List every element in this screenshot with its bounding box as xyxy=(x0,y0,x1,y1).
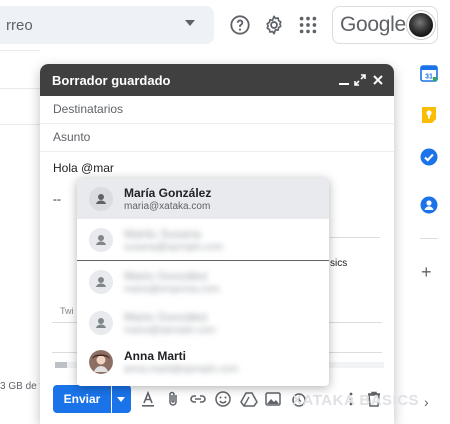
person-icon xyxy=(89,187,113,211)
suggestion-name: Mario González xyxy=(124,310,209,324)
photo-icon[interactable] xyxy=(264,390,282,408)
top-bar: rreo Google xyxy=(0,0,450,50)
drive-icon[interactable] xyxy=(240,390,258,408)
divider xyxy=(0,124,40,125)
search-bar[interactable]: rreo xyxy=(0,6,214,44)
suggestion-name: Marilu Susana xyxy=(124,227,201,241)
account-avatar[interactable] xyxy=(407,11,435,39)
compose-header[interactable]: Borrador guardado xyxy=(40,64,394,96)
emoji-icon[interactable] xyxy=(214,390,232,408)
watermark: XATAKA BASICS xyxy=(292,392,420,409)
keep-icon[interactable] xyxy=(420,106,438,124)
suggestion-email: mario@empresa.com xyxy=(124,284,220,295)
compose-title: Borrador guardado xyxy=(52,73,171,88)
text-format-icon[interactable] xyxy=(139,390,157,408)
signature-separator: -- xyxy=(53,192,61,206)
suggestion-name: Anna Marti xyxy=(124,349,187,363)
avatar xyxy=(89,350,113,374)
person-icon xyxy=(89,270,113,294)
suggestion-item[interactable]: Mario González mario@empresa.com xyxy=(77,261,329,302)
divider xyxy=(330,237,380,238)
divider xyxy=(420,238,438,239)
calendar-icon[interactable]: 31 xyxy=(420,64,438,82)
suggestion-item[interactable]: María González maria@xataka.com xyxy=(77,178,329,219)
suggestion-item[interactable]: Marilu Susana susana@ejemplo.com xyxy=(77,219,329,260)
send-button[interactable]: Enviar xyxy=(53,385,111,413)
suggestion-email: susana@ejemplo.com xyxy=(124,242,224,253)
google-logo: Google xyxy=(340,13,406,36)
tasks-icon[interactable] xyxy=(420,148,438,166)
suggestion-item[interactable]: Anna Marti anna.marti@ejemplo.com xyxy=(77,341,329,382)
expand-icon[interactable] xyxy=(352,72,368,88)
subject-label: Asunto xyxy=(53,130,91,144)
suggestion-email: mario@ejemplo.com xyxy=(124,325,216,336)
divider xyxy=(0,50,40,51)
suggestion-name: Mario González xyxy=(124,269,209,283)
suggestion-email: anna.marti@ejemplo.com xyxy=(124,364,239,375)
message-body-text[interactable]: Hola @mar xyxy=(53,161,114,175)
minimize-icon[interactable] xyxy=(336,72,352,88)
divider xyxy=(0,88,40,89)
send-options-button[interactable] xyxy=(112,385,131,413)
contacts-icon[interactable] xyxy=(420,196,438,214)
suggestion-item[interactable]: Mario González mario@ejemplo.com xyxy=(77,302,329,343)
account-switcher[interactable]: Google xyxy=(332,6,438,44)
recipients-label: Destinatarios xyxy=(53,102,124,116)
storage-usage: 3 GB de t xyxy=(0,381,43,392)
help-icon[interactable] xyxy=(229,14,251,36)
close-icon[interactable] xyxy=(370,72,386,88)
add-addon-icon[interactable]: + xyxy=(421,262,432,283)
gear-icon[interactable] xyxy=(263,14,285,36)
suggestion-name: María González xyxy=(124,186,212,200)
side-panel: 31 + › xyxy=(408,60,450,424)
search-input[interactable]: rreo xyxy=(6,17,33,34)
chevron-right-icon[interactable]: › xyxy=(424,394,429,410)
recipients-field[interactable]: Destinatarios xyxy=(40,96,394,124)
contact-suggestions: María González maria@xataka.com Marilu S… xyxy=(77,178,329,386)
subject-field[interactable]: Asunto xyxy=(40,124,394,152)
attach-icon[interactable] xyxy=(164,390,182,408)
svg-text:31: 31 xyxy=(425,74,433,81)
person-icon xyxy=(89,311,113,335)
search-options-icon[interactable] xyxy=(185,20,195,26)
suggestion-email: maria@xataka.com xyxy=(124,201,211,212)
quoted-text-fragment: Twi xyxy=(60,306,74,316)
apps-grid-icon[interactable] xyxy=(297,14,319,36)
link-icon[interactable] xyxy=(189,390,207,408)
quoted-text-fragment: sics xyxy=(330,258,348,269)
person-icon xyxy=(89,228,113,252)
